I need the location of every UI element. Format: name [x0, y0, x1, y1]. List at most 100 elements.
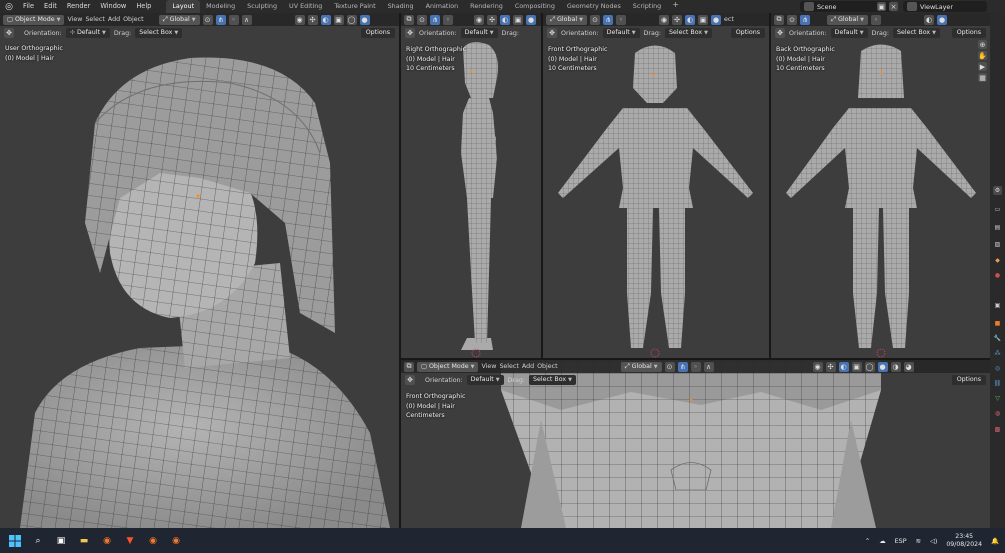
drag-dropdown[interactable]: Select Box ▼	[528, 375, 576, 385]
move-tool-icon[interactable]: ✥	[405, 375, 415, 385]
move-tool-icon[interactable]: ✥	[4, 28, 14, 38]
tab-compositing[interactable]: Compositing	[509, 0, 561, 13]
material-properties-icon[interactable]: ◍	[993, 409, 1002, 418]
overlay-icon[interactable]: ◐	[838, 361, 849, 372]
wireframe-shading-icon[interactable]: ◯	[346, 14, 357, 25]
overlay-icon[interactable]: ◐	[924, 14, 934, 25]
wireframe-shading-icon[interactable]: ◯	[864, 361, 875, 372]
editor-type-icon[interactable]: ⧉	[404, 14, 414, 25]
particles-properties-icon[interactable]: ⁂	[993, 349, 1002, 358]
falloff-icon[interactable]: ∧	[703, 361, 714, 372]
gizmo-icon[interactable]: ✣	[672, 14, 682, 25]
options-dropdown[interactable]: Options	[360, 28, 395, 38]
tool-properties-icon[interactable]: ⚙	[993, 186, 1002, 195]
blender-app-icon-3[interactable]: ◉	[169, 534, 183, 548]
volume-icon[interactable]: ◁)	[930, 537, 937, 545]
tab-scripting[interactable]: Scripting	[627, 0, 667, 13]
options-dropdown[interactable]: Options	[951, 28, 986, 38]
move-tool-icon[interactable]: ✥	[775, 28, 785, 38]
collection-properties-icon[interactable]: ▣	[993, 301, 1002, 310]
drag-dropdown[interactable]: Select Box ▼	[892, 28, 940, 38]
viewport-user-ortho[interactable]: ▢ Object Mode ▼ View Select Add Object ⤢ Gl…	[0, 13, 399, 528]
view-layer-properties-icon[interactable]: ▧	[993, 240, 1002, 249]
tab-layout[interactable]: Layout	[166, 0, 201, 13]
solid-shading-icon[interactable]: ●	[359, 14, 370, 25]
object-mode-dropdown[interactable]: ▢ Object Mode ▼	[3, 14, 65, 25]
material-shading-icon[interactable]: ◑	[890, 361, 901, 372]
add-menu[interactable]: Add	[108, 16, 120, 23]
pan-hand-icon[interactable]: ✋	[978, 51, 987, 60]
proportional-edit-icon[interactable]: ◦	[616, 14, 626, 25]
area-divider[interactable]	[399, 13, 401, 528]
drag-dropdown[interactable]: Select Box ▼	[664, 28, 712, 38]
xray-icon[interactable]: ▣	[513, 14, 523, 25]
view-layer-selector[interactable]: ViewLayer	[903, 1, 987, 12]
language-indicator[interactable]: ESP	[895, 537, 907, 545]
tab-rendering[interactable]: Rendering	[464, 0, 509, 13]
falloff-icon[interactable]: ∧	[241, 14, 252, 25]
texture-properties-icon[interactable]: ▩	[993, 425, 1002, 434]
viewport-bottom-front-ortho[interactable]: ⧉ ▢ Object Mode ▼ View Select Add Object ⤢…	[401, 360, 990, 528]
tab-texture-paint[interactable]: Texture Paint	[328, 0, 381, 13]
new-scene-icon[interactable]: ▣	[877, 2, 886, 11]
proportional-edit-icon[interactable]: ◦	[871, 14, 881, 25]
visibility-icon[interactable]: ◉	[812, 361, 823, 372]
brave-browser-icon[interactable]: ▼	[123, 534, 137, 548]
search-icon[interactable]: ⌕	[31, 534, 45, 548]
object-menu[interactable]: Object	[123, 16, 144, 23]
menu-edit[interactable]: Edit	[39, 0, 62, 13]
pivot-icon[interactable]: ⊙	[417, 14, 427, 25]
area-divider[interactable]	[401, 358, 990, 360]
snap-icon[interactable]: ⋔	[603, 14, 613, 25]
select-menu[interactable]: Select	[85, 16, 104, 23]
orientation-dropdown[interactable]: Default ▼	[830, 28, 868, 38]
editor-type-icon[interactable]: ⧉	[404, 361, 414, 372]
overlay-icon[interactable]: ◐	[685, 14, 695, 25]
solid-shading-icon[interactable]: ●	[877, 361, 888, 372]
viewport-right-ortho[interactable]: ⧉ ⊙ ⋔ ◦ ◉ ✣ ◐ ▣ ● ✥ Orientation: Default…	[401, 13, 541, 358]
transform-orientation-dropdown[interactable]: ⤢ Global ▼	[546, 14, 587, 25]
render-properties-icon[interactable]: ▭	[993, 205, 1002, 214]
proportional-edit-icon[interactable]: ◦	[228, 14, 239, 25]
overlay-icon[interactable]: ◐	[320, 14, 331, 25]
select-menu[interactable]: Select	[499, 363, 518, 370]
snap-icon[interactable]: ⋔	[677, 361, 688, 372]
add-menu[interactable]: Add	[522, 363, 534, 370]
transform-orientation-dropdown[interactable]: ⤢ Global ▼	[620, 361, 662, 372]
blender-logo-icon[interactable]: ◎	[3, 1, 15, 13]
output-properties-icon[interactable]: ▤	[993, 223, 1002, 232]
chevron-up-icon[interactable]: ⌃	[865, 537, 870, 545]
object-mode-dropdown[interactable]: ▢ Object Mode ▼	[417, 361, 479, 372]
menu-file[interactable]: File	[18, 0, 39, 13]
options-dropdown[interactable]: Options	[951, 375, 986, 385]
proportional-edit-icon[interactable]: ◦	[443, 14, 453, 25]
options-dropdown[interactable]: Options	[730, 28, 765, 38]
move-tool-icon[interactable]: ✥	[547, 28, 557, 38]
orientation-dropdown[interactable]: Default ▼	[466, 375, 504, 385]
snap-icon[interactable]: ⋔	[215, 14, 226, 25]
xray-icon[interactable]: ▣	[698, 14, 708, 25]
visibility-icon[interactable]: ◉	[294, 14, 305, 25]
overlay-icon[interactable]: ◐	[500, 14, 510, 25]
area-divider[interactable]	[769, 13, 771, 360]
transform-orientation-dropdown[interactable]: ⤢ Global ▼	[827, 14, 868, 25]
constraints-properties-icon[interactable]: ⛓	[993, 379, 1002, 388]
menu-help[interactable]: Help	[131, 0, 156, 13]
modifier-properties-icon[interactable]: 🔧	[993, 334, 1002, 343]
tab-geometry-nodes[interactable]: Geometry Nodes	[561, 0, 627, 13]
menu-window[interactable]: Window	[95, 0, 131, 13]
pivot-icon[interactable]: ⊙	[202, 14, 213, 25]
delete-scene-icon[interactable]: ×	[889, 2, 898, 11]
pivot-icon[interactable]: ⊙	[787, 14, 797, 25]
data-properties-icon[interactable]: ▽	[993, 394, 1002, 403]
tab-sculpting[interactable]: Sculpting	[241, 0, 283, 13]
object-menu[interactable]: Object	[537, 363, 558, 370]
visibility-icon[interactable]: ◉	[474, 14, 484, 25]
area-divider[interactable]	[541, 13, 543, 360]
orientation-dropdown[interactable]: Default ▼	[602, 28, 640, 38]
tab-modeling[interactable]: Modeling	[200, 0, 241, 13]
physics-properties-icon[interactable]: ◎	[993, 364, 1002, 373]
cloud-icon[interactable]: ☁	[879, 537, 885, 545]
file-explorer-icon[interactable]: ▬	[77, 534, 91, 548]
tab-animation[interactable]: Animation	[420, 0, 465, 13]
